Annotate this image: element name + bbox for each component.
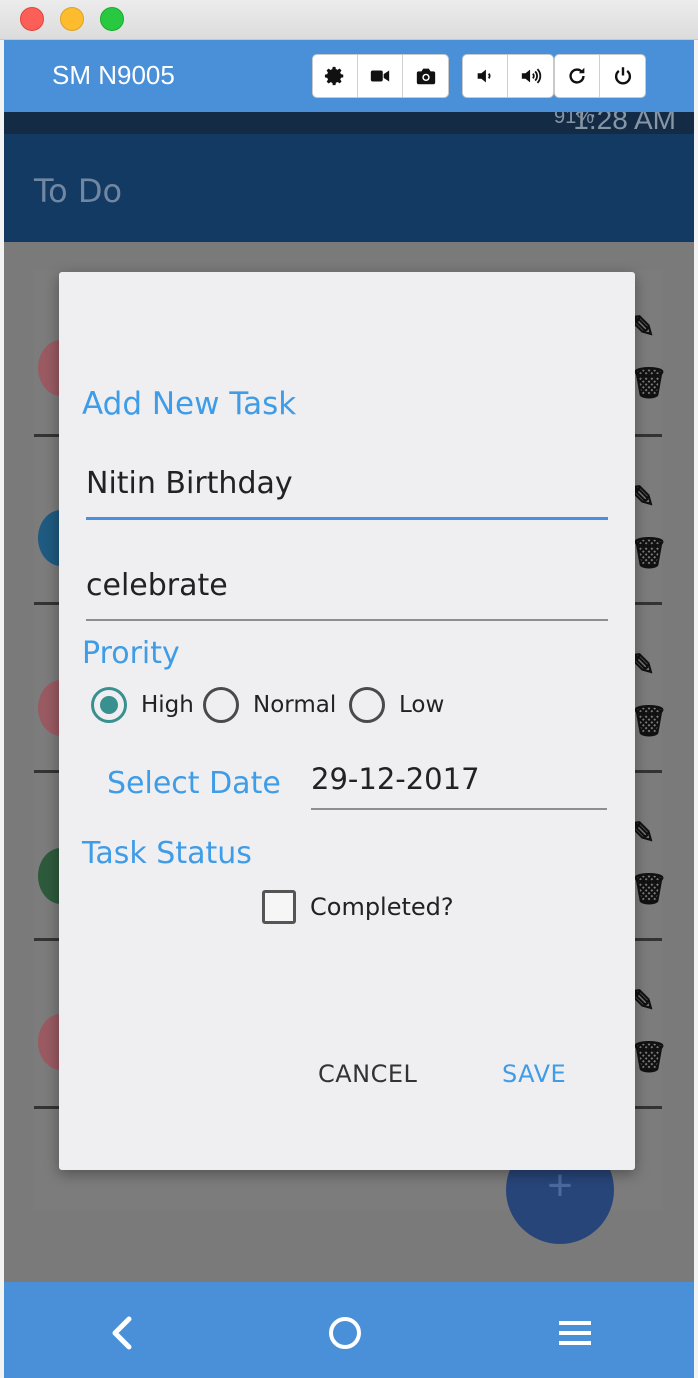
dialog-title: Add New Task xyxy=(82,386,297,422)
priority-normal-radio[interactable]: Normal xyxy=(203,687,336,723)
task-description-field[interactable]: celebrate xyxy=(86,568,608,621)
priority-low-label: Low xyxy=(399,692,445,718)
task-description-underline xyxy=(86,619,608,621)
volume-down-icon xyxy=(477,69,491,83)
rotate-button[interactable] xyxy=(555,55,600,97)
delete-icon[interactable]: 🗑 xyxy=(630,536,668,571)
task-name-value: Nitin Birthday xyxy=(86,466,293,501)
priority-normal-label: Normal xyxy=(253,692,337,718)
task-status-label: Task Status xyxy=(82,836,252,871)
app-bar: To Do xyxy=(4,134,694,242)
delete-icon[interactable]: 🗑 xyxy=(630,366,668,401)
priority-high-label: High xyxy=(141,692,194,718)
camera-icon xyxy=(416,68,435,85)
minimize-window-button[interactable] xyxy=(60,7,84,31)
rotate-icon xyxy=(569,67,585,84)
home-button[interactable] xyxy=(320,1308,370,1358)
device-name: SM N9005 xyxy=(52,60,175,90)
radio-unselected-icon xyxy=(349,687,385,723)
task-name-underline xyxy=(86,517,608,520)
delete-icon[interactable]: 🗑 xyxy=(630,872,668,907)
toolbar-group-volume xyxy=(462,54,554,98)
save-button[interactable]: SAVE xyxy=(502,1060,566,1088)
back-button[interactable] xyxy=(96,1308,146,1358)
radio-unselected-icon xyxy=(203,687,239,723)
checkbox-unchecked-icon xyxy=(262,890,296,924)
record-video-button[interactable] xyxy=(358,55,403,97)
task-name-field[interactable]: Nitin Birthday xyxy=(86,466,608,520)
toolbar-group-capture xyxy=(312,54,449,98)
completed-checkbox[interactable]: Completed? xyxy=(262,890,454,924)
emulator-window: SM N9005 91% 1:28 AM To Do ✎ 🗑 ✎ 🗑 ✎ 🗑 ✎… xyxy=(0,0,698,1378)
delete-icon[interactable]: 🗑 xyxy=(630,1040,668,1075)
window-title-bar xyxy=(0,0,698,40)
select-date-button[interactable]: Select Date xyxy=(107,766,281,801)
task-description-value: celebrate xyxy=(86,568,228,603)
cancel-button[interactable]: CANCEL xyxy=(318,1060,417,1088)
app-title: To Do xyxy=(34,172,123,210)
radio-selected-icon xyxy=(91,687,127,723)
settings-button[interactable] xyxy=(313,55,358,97)
gear-icon xyxy=(324,66,344,86)
zoom-window-button[interactable] xyxy=(100,7,124,31)
date-underline xyxy=(311,808,607,810)
date-field[interactable]: 29-12-2017 xyxy=(311,762,607,810)
priority-low-radio[interactable]: Low xyxy=(349,687,444,723)
screenshot-button[interactable] xyxy=(403,55,448,97)
emulator-toolbar: SM N9005 xyxy=(4,40,694,112)
delete-icon[interactable]: 🗑 xyxy=(630,704,668,739)
toolbar-group-power xyxy=(554,54,646,98)
device-frame: SM N9005 91% 1:28 AM To Do ✎ 🗑 ✎ 🗑 ✎ 🗑 ✎… xyxy=(4,40,694,1378)
power-icon xyxy=(614,67,631,85)
video-camera-icon xyxy=(370,70,390,82)
android-screen: 91% 1:28 AM To Do ✎ 🗑 ✎ 🗑 ✎ 🗑 ✎ 🗑 ✎ 🗑 + … xyxy=(4,112,694,1282)
completed-label: Completed? xyxy=(310,893,454,921)
status-time: 1:28 AM xyxy=(573,112,676,134)
priority-high-radio[interactable]: High xyxy=(91,687,194,723)
power-button[interactable] xyxy=(600,55,645,97)
menu-icon xyxy=(559,1321,591,1345)
back-icon xyxy=(112,1316,132,1350)
android-nav-bar xyxy=(4,1282,694,1378)
close-window-button[interactable] xyxy=(20,7,44,31)
date-value: 29-12-2017 xyxy=(311,762,480,796)
menu-button[interactable] xyxy=(550,1308,600,1358)
volume-down-button[interactable] xyxy=(463,55,508,97)
android-status-bar: 91% 1:28 AM xyxy=(4,112,694,134)
add-task-dialog: Add New Task Nitin Birthday celebrate Pr… xyxy=(59,272,635,1170)
volume-up-button[interactable] xyxy=(508,55,553,97)
volume-up-icon xyxy=(521,68,541,84)
priority-label: Prority xyxy=(82,636,180,671)
home-circle-icon xyxy=(329,1317,361,1349)
